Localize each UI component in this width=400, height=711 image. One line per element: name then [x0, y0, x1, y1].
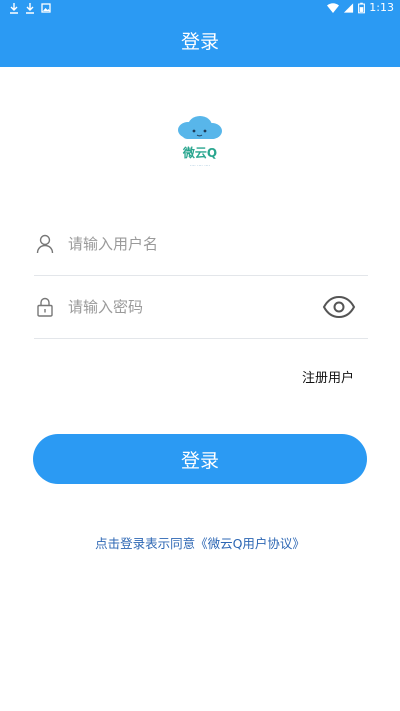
download-icon [26, 3, 34, 14]
agreement-text: 点击登录表示同意《微云Q用户协议》 [0, 535, 400, 553]
agreement-prefix: 点击登录表示同意 [95, 536, 196, 551]
user-icon [36, 234, 54, 254]
password-field [34, 275, 368, 339]
page-title: 登录 [180, 31, 219, 53]
status-bar: 1:13 [0, 0, 400, 17]
app-logo: 微云Q ···· ···· ···· [178, 116, 222, 169]
lock-icon [37, 297, 53, 317]
register-link[interactable]: 注册用户 [302, 370, 354, 388]
login-button[interactable]: 登录 [33, 434, 367, 484]
user-agreement-link[interactable]: 《微云Q用户协议》 [195, 536, 305, 551]
username-field [34, 212, 368, 276]
download-icon [10, 3, 18, 14]
logo-tagline: ···· ···· ···· [190, 164, 210, 169]
status-time: 1:13 [369, 1, 394, 14]
cloud-mascot-icon [178, 116, 222, 139]
app-header: 1:13 登录 [0, 0, 400, 67]
signal-icon [344, 3, 354, 13]
image-notification-icon [41, 3, 51, 13]
password-input[interactable] [68, 293, 318, 321]
logo-text: 微云Q [182, 145, 217, 160]
wifi-icon [327, 3, 340, 13]
show-password-eye-icon[interactable] [322, 294, 356, 320]
battery-icon [358, 2, 366, 14]
username-input[interactable] [68, 230, 318, 258]
